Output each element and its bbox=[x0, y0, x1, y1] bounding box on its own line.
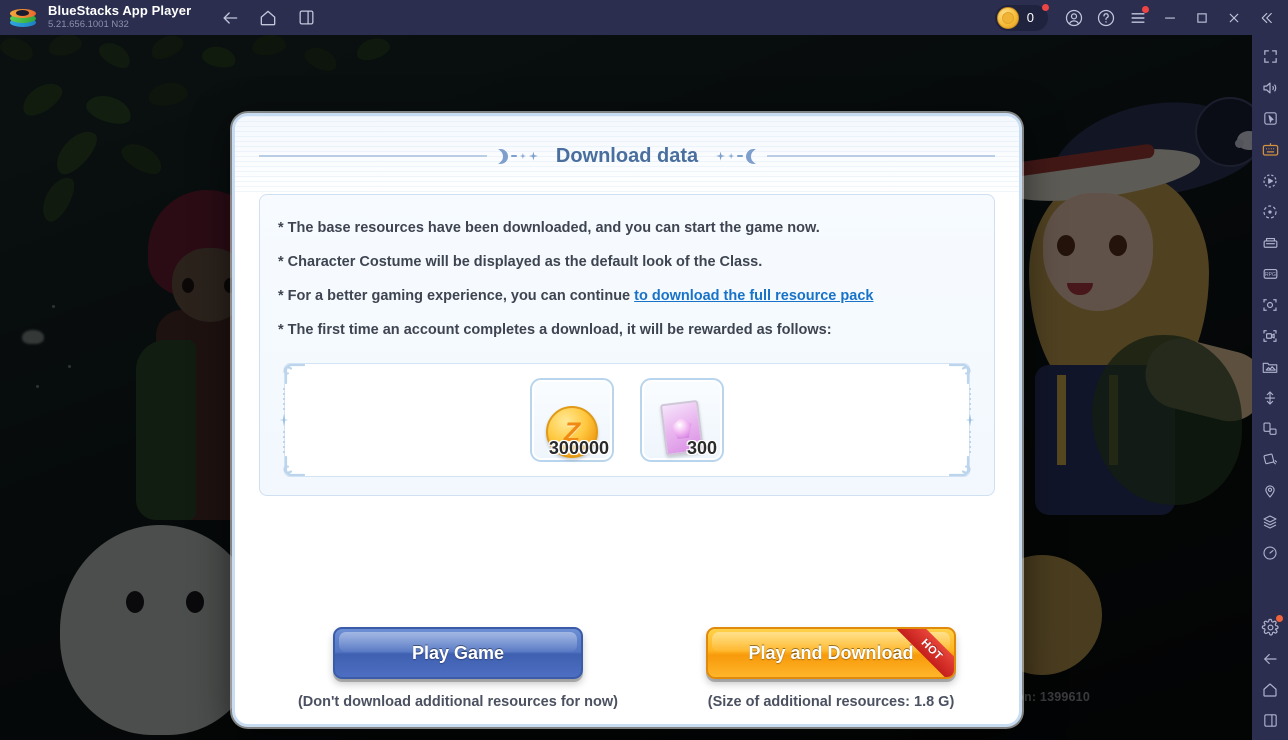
menu-notification-dot bbox=[1142, 5, 1149, 13]
corner-flourish-icon bbox=[949, 363, 971, 384]
recents-icon[interactable] bbox=[1255, 705, 1285, 736]
coin-count: 0 bbox=[1026, 10, 1034, 25]
title-rule-right bbox=[767, 155, 996, 157]
info-line: * The base resources have been downloade… bbox=[278, 220, 820, 236]
layers-icon[interactable] bbox=[1255, 506, 1285, 537]
play-game-caption: (Don't download additional resources for… bbox=[297, 694, 619, 710]
title-bar: BlueStacks App Player 5.21.656.1001 N32 bbox=[0, 0, 1288, 35]
info-line: * Character Costume will be displayed as… bbox=[278, 254, 763, 270]
location-icon[interactable] bbox=[1255, 475, 1285, 506]
play-game-label: Play Game bbox=[411, 642, 505, 663]
keymapping-pointer-icon[interactable] bbox=[1255, 103, 1285, 134]
corner-flourish-icon bbox=[283, 456, 305, 477]
download-data-dialog: Download data * The base resources have … bbox=[232, 113, 1022, 727]
play-and-download-label: Play and Download bbox=[748, 642, 914, 663]
title-rule-left bbox=[258, 155, 487, 157]
coin-balance[interactable]: 0 bbox=[994, 3, 1049, 31]
dialog-action-row: Play Game (Don't download additional res… bbox=[235, 627, 1019, 710]
home-icon[interactable] bbox=[1255, 674, 1285, 705]
settings-notification-dot bbox=[1276, 615, 1283, 622]
gold-coin-quantity: 300000 bbox=[548, 438, 609, 458]
title-ornament-left bbox=[493, 149, 538, 164]
sparkle-icon bbox=[716, 151, 726, 161]
play-and-download-caption: (Size of additional resources: 1.8 G) bbox=[707, 694, 955, 710]
sparkle-icon bbox=[519, 153, 526, 159]
reward-frame: Z 300000 300 bbox=[279, 363, 975, 477]
account-icon[interactable] bbox=[1058, 2, 1090, 34]
gem-card-quantity: 300 bbox=[686, 438, 717, 458]
fullscreen-icon[interactable] bbox=[1255, 41, 1285, 72]
titlebar-right-group: 0 bbox=[994, 2, 1288, 34]
back-icon[interactable] bbox=[219, 7, 241, 29]
info-line-with-link: * For a better gaming experience, you ca… bbox=[278, 279, 976, 313]
play-game-button[interactable]: Play Game bbox=[332, 627, 583, 679]
volume-icon[interactable] bbox=[1255, 72, 1285, 103]
multi-instance-sync-icon[interactable] bbox=[1255, 227, 1285, 258]
macro-play-icon[interactable] bbox=[1255, 165, 1285, 196]
script-icon[interactable] bbox=[1255, 196, 1285, 227]
dialog-title: Download data bbox=[555, 144, 699, 167]
app-version: 5.21.656.1001 N32 bbox=[48, 19, 129, 30]
tilt-icon[interactable] bbox=[1255, 444, 1285, 475]
collapse-sidebar-icon[interactable] bbox=[1250, 2, 1282, 34]
hot-badge-label: HOT bbox=[897, 629, 955, 677]
title-ornament-right bbox=[716, 149, 761, 164]
download-full-resource-pack-link[interactable]: to download the full resource pack bbox=[634, 288, 873, 304]
gold-coin-item[interactable]: Z 300000 bbox=[530, 378, 614, 462]
settings-icon[interactable] bbox=[1255, 612, 1285, 643]
info-line: * The first time an account completes a … bbox=[278, 322, 832, 338]
close-icon[interactable] bbox=[1218, 2, 1250, 34]
play-game-group: Play Game (Don't download additional res… bbox=[298, 627, 618, 710]
titlebar-nav-group bbox=[219, 7, 317, 29]
side-flourish-decoration bbox=[279, 382, 289, 458]
coin-icon bbox=[996, 6, 1019, 29]
minimize-icon[interactable] bbox=[1154, 2, 1186, 34]
crescent-moon-icon bbox=[493, 149, 508, 164]
app-identity: BlueStacks App Player 5.21.656.1001 N32 bbox=[48, 4, 191, 31]
coin-notification-dot bbox=[1042, 3, 1049, 11]
keyboard-icon[interactable] bbox=[1255, 134, 1285, 165]
game-version-text: on: 1399610 bbox=[1016, 690, 1090, 704]
sparkle-icon bbox=[528, 151, 538, 161]
multi-instance-icon[interactable] bbox=[295, 7, 317, 29]
menu-icon[interactable] bbox=[1122, 2, 1154, 34]
bluestacks-sidebar: RPG bbox=[1252, 35, 1288, 740]
performance-icon[interactable] bbox=[1255, 537, 1285, 568]
maximize-icon[interactable] bbox=[1186, 2, 1218, 34]
corner-flourish-icon bbox=[949, 456, 971, 477]
hot-badge: HOT bbox=[897, 629, 955, 677]
screenshot-icon[interactable] bbox=[1255, 289, 1285, 320]
bluestacks-logo-icon bbox=[10, 7, 40, 29]
shake-icon[interactable] bbox=[1255, 382, 1285, 413]
sparkle-icon bbox=[728, 153, 735, 159]
info-line-text: * For a better gaming experience, you ca… bbox=[278, 288, 635, 304]
app-name: BlueStacks App Player bbox=[48, 3, 192, 18]
info-panel: * The base resources have been downloade… bbox=[259, 194, 995, 496]
rpg-mode-icon[interactable]: RPG bbox=[1255, 258, 1285, 289]
dialog-header: Download data bbox=[235, 116, 1019, 194]
svg-text:RPG: RPG bbox=[1265, 272, 1276, 278]
corner-flourish-icon bbox=[283, 363, 305, 384]
home-icon[interactable] bbox=[257, 7, 279, 29]
back-icon[interactable] bbox=[1255, 643, 1285, 674]
bluestacks-window: BlueStacks App Player 5.21.656.1001 N32 bbox=[0, 0, 1288, 740]
play-and-download-group: Play and Download HOT (Size of additiona… bbox=[706, 627, 957, 710]
rotate-icon[interactable] bbox=[1255, 413, 1285, 444]
crescent-moon-icon bbox=[746, 149, 761, 164]
side-flourish-decoration bbox=[965, 382, 975, 458]
gem-card-item[interactable]: 300 bbox=[640, 378, 724, 462]
help-icon[interactable] bbox=[1090, 2, 1122, 34]
media-manager-icon[interactable] bbox=[1255, 351, 1285, 382]
record-screen-icon[interactable] bbox=[1255, 320, 1285, 351]
play-and-download-button[interactable]: Play and Download HOT bbox=[706, 627, 957, 679]
